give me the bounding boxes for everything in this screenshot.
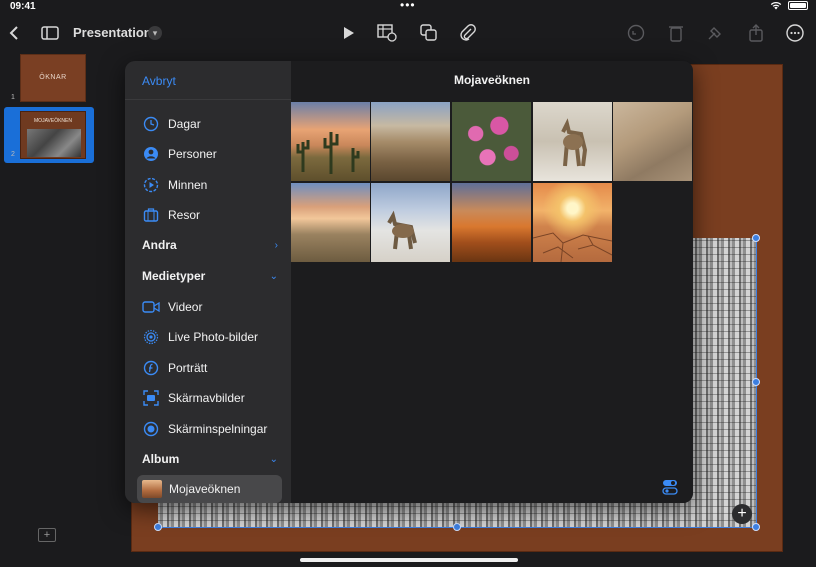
wifi-icon [770,2,782,10]
live-photo-icon [142,328,160,346]
sidebar-item-people[interactable]: Personer [137,140,282,168]
section-media-types[interactable]: Medietyper ⌄ [142,266,278,286]
sidebar-item-portraits[interactable]: Porträtt [137,354,282,382]
album-title: Mojaveöknen [453,73,531,87]
delete-icon[interactable] [665,22,687,44]
table-icon[interactable] [376,22,398,44]
portrait-f-icon [142,359,160,377]
resize-handle[interactable] [752,234,760,242]
multitasking-dots[interactable]: ••• [400,0,416,12]
toolbar: Presentation ▾ [0,14,816,52]
sidebar-item-label: Minnen [168,178,208,192]
slide-number: 1 [11,94,15,101]
slide-thumbnail-title: MOJAVEÖKNEN [34,118,72,124]
photo-orange-flowers-dusk[interactable] [452,183,531,262]
shapes-icon[interactable] [418,22,440,44]
calendar-clock-icon [142,115,160,133]
sidebar-item-label: Skärminspelningar [168,422,268,436]
slide-thumbnail-image [27,129,81,157]
section-label: Andra [142,238,177,252]
cracked-earth-pattern [532,232,613,263]
sidebar-item-memories[interactable]: Minnen [137,171,282,199]
screen-recording-icon [142,420,160,438]
divider [125,99,291,100]
section-label: Medietyper [142,269,206,283]
photo-cactus-sunset[interactable] [291,102,370,181]
section-other[interactable]: Andra › [142,235,278,255]
resize-handle[interactable] [752,523,760,531]
home-indicator[interactable] [300,558,518,562]
add-slide-button[interactable]: + [38,528,56,542]
slide-thumbnail-1[interactable]: ÖKNAR [20,54,86,102]
saguaro-cactus-icon [296,132,360,174]
share-icon[interactable] [745,22,767,44]
status-bar: 09:41 ••• [0,0,816,14]
memories-play-icon [142,176,160,194]
slide-thumbnail-2[interactable]: MOJAVEÖKNEN [20,111,86,159]
sidebar-item-videos[interactable]: Videor [137,293,282,321]
sidebar-item-label: Porträtt [168,361,208,375]
more-icon[interactable] [784,22,806,44]
filter-toggle-icon[interactable] [662,479,678,495]
sidebar-item-live-photos[interactable]: Live Photo-bilder [137,323,282,351]
person-circle-icon [142,145,160,163]
paintbrush-icon[interactable] [704,22,726,44]
resize-handle[interactable] [453,523,461,531]
sidebar-item-days[interactable]: Dagar [137,110,282,138]
coyote-icon [561,118,588,167]
resize-handle[interactable] [154,523,162,531]
resize-handle[interactable] [752,378,760,386]
sidebar-item-label: Live Photo-bilder [168,330,259,344]
suitcase-icon [142,206,160,224]
sidebar-icon[interactable] [39,22,61,44]
sidebar-item-label: Dagar [168,117,201,131]
slide-navigator: ÖKNAR 1 MOJAVEÖKNEN 2 + [0,52,98,567]
status-time: 09:41 [10,1,36,12]
coyote-icon [387,210,417,250]
cancel-button[interactable]: Avbryt [142,74,176,88]
video-icon [142,298,160,316]
photo-coyote-snow[interactable] [533,102,612,181]
chevron-down-icon[interactable]: ▾ [148,26,162,40]
section-album[interactable]: Album ⌄ [142,449,278,469]
add-button[interactable]: + [732,504,752,524]
album-thumbnail [142,480,162,498]
chevron-down-icon: ⌄ [269,453,278,465]
back-chevron-icon[interactable] [3,22,25,44]
document-title[interactable]: Presentation [73,25,152,40]
sidebar-item-label: Resor [168,208,201,222]
photo-grid-area: Mojaveöknen [291,61,693,503]
undo-icon[interactable] [625,22,647,44]
photo-coyote-salt-flat[interactable] [371,183,450,262]
slide-thumbnail-title: ÖKNAR [39,74,67,81]
chevron-down-icon: ⌄ [269,270,278,282]
sidebar-item-label: Skärmavbilder [168,391,245,405]
slide-number: 2 [11,151,15,158]
photo-desert-valley[interactable] [371,102,450,181]
picker-sidebar: Avbryt Dagar Personer Minnen Resor Andra… [125,61,291,503]
section-label: Album [142,452,180,466]
sidebar-item-label: Mojaveöknen [169,482,241,496]
photo-pink-cactus-flowers[interactable] [452,102,531,181]
sidebar-item-screenshots[interactable]: Skärmavbilder [137,384,282,412]
attachment-icon[interactable] [457,22,479,44]
sidebar-item-trips[interactable]: Resor [137,201,282,229]
photo-cracked-earth-sunset[interactable] [532,183,613,263]
app-root: 09:41 ••• Presentation ▾ ÖKNAR 1 MOJAVEÖ… [0,0,816,567]
screenshot-icon [142,389,160,407]
sidebar-item-screen-recordings[interactable]: Skärminspelningar [137,415,282,443]
battery-icon [788,1,808,10]
photo-desert-clouds[interactable] [291,183,370,262]
play-icon[interactable] [338,22,360,44]
photo-rocky-ground[interactable] [613,102,692,181]
status-right [770,1,808,10]
sidebar-item-album-mojave[interactable]: Mojaveöknen [137,475,282,503]
sidebar-item-label: Personer [168,147,217,161]
photo-picker: Avbryt Dagar Personer Minnen Resor Andra… [125,61,693,503]
sidebar-item-label: Videor [168,300,203,314]
chevron-right-icon: › [274,239,278,251]
